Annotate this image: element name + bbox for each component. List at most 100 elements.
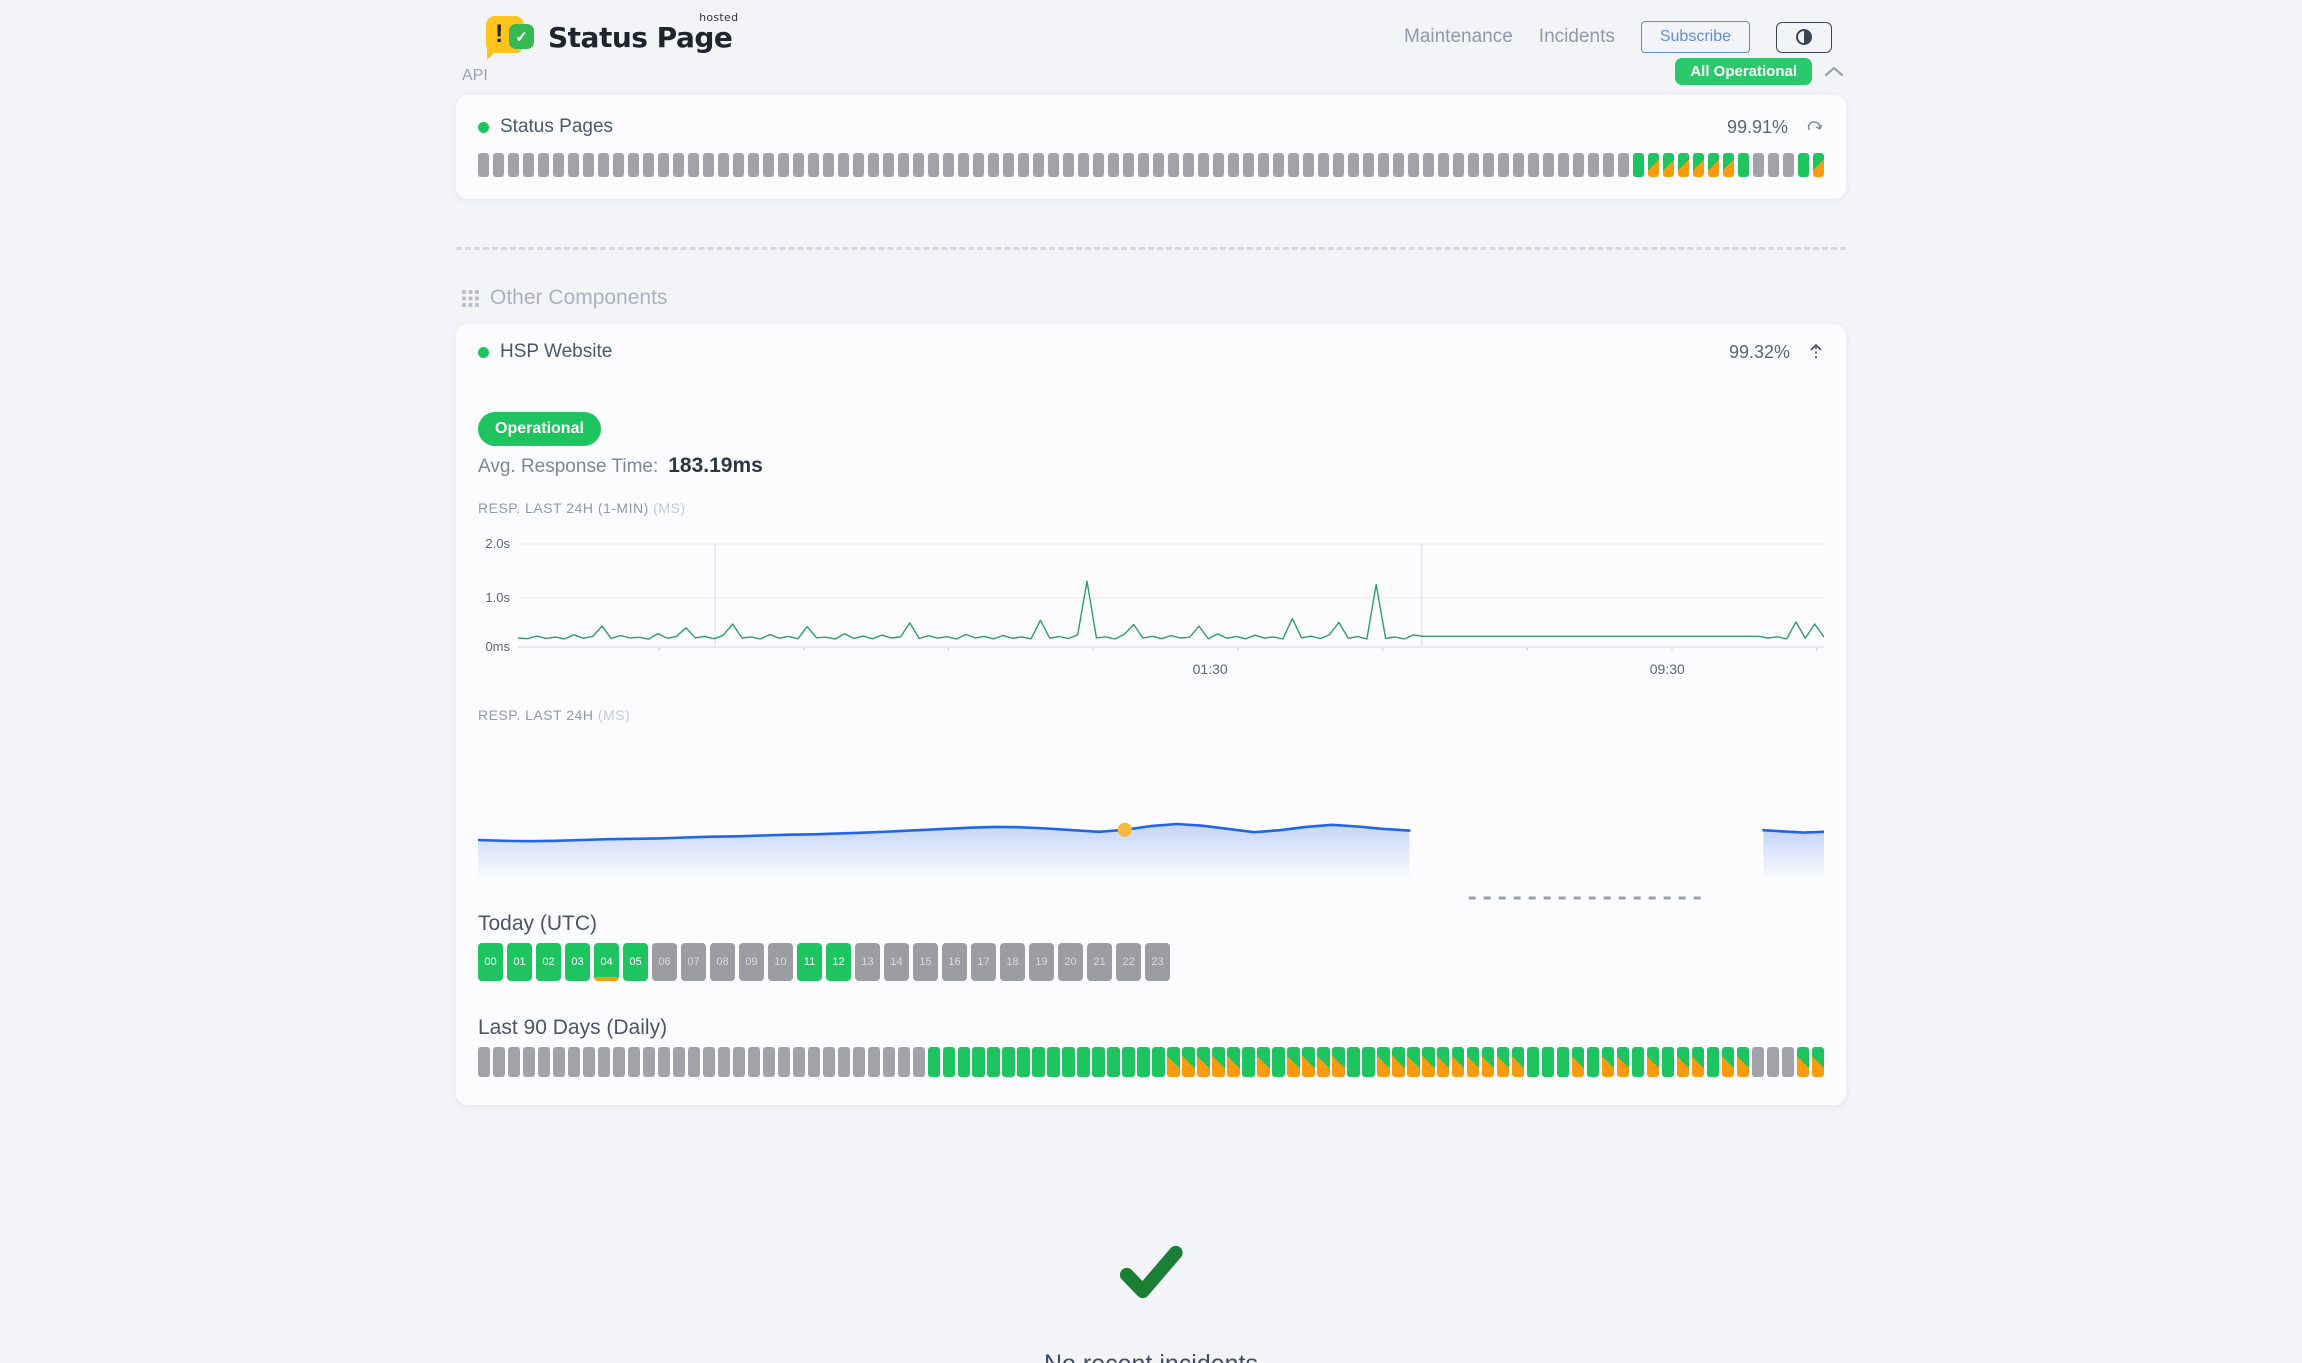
uptime-bar-na[interactable] bbox=[1108, 153, 1119, 177]
hour-block-03[interactable]: 03 bbox=[565, 943, 590, 981]
uptime-bar-na[interactable] bbox=[1767, 1047, 1779, 1077]
uptime-bar-deg[interactable] bbox=[1467, 1047, 1479, 1077]
uptime-bar-up[interactable] bbox=[1242, 1047, 1254, 1077]
uptime-bar-deg[interactable] bbox=[1377, 1047, 1389, 1077]
uptime-bar-na[interactable] bbox=[583, 153, 594, 177]
uptime-bar-up[interactable] bbox=[1092, 1047, 1104, 1077]
uptime-bar-na[interactable] bbox=[763, 153, 774, 177]
uptime-bar-deg[interactable] bbox=[1737, 1047, 1749, 1077]
uptime-bar-na[interactable] bbox=[493, 153, 504, 177]
uptime-bar-na[interactable] bbox=[1003, 153, 1014, 177]
uptime-bar-na[interactable] bbox=[1483, 153, 1494, 177]
uptime-bar-up[interactable] bbox=[987, 1047, 999, 1077]
uptime-bar-na[interactable] bbox=[1588, 153, 1599, 177]
uptime-bar-deg[interactable] bbox=[1678, 153, 1689, 177]
uptime-bar-up[interactable] bbox=[1542, 1047, 1554, 1077]
hour-block-17[interactable]: 17 bbox=[971, 943, 996, 981]
hour-block-00[interactable]: 00 bbox=[478, 943, 503, 981]
uptime-bar-na[interactable] bbox=[1018, 153, 1029, 177]
nav-incidents[interactable]: Incidents bbox=[1539, 26, 1615, 48]
uptime-bar-up[interactable] bbox=[1798, 153, 1809, 177]
uptime-bar-up[interactable] bbox=[1362, 1047, 1374, 1077]
uptime-bar-na[interactable] bbox=[1603, 153, 1614, 177]
uptime-bar-na[interactable] bbox=[1123, 153, 1134, 177]
uptime-bar-deg[interactable] bbox=[1647, 1047, 1659, 1077]
uptime-bar-deg[interactable] bbox=[1797, 1047, 1809, 1077]
uptime-bar-na[interactable] bbox=[823, 1047, 835, 1077]
uptime-bar-deg[interactable] bbox=[1693, 153, 1704, 177]
uptime-bar-na[interactable] bbox=[763, 1047, 775, 1077]
uptime-bar-na[interactable] bbox=[1033, 153, 1044, 177]
uptime-bar-na[interactable] bbox=[598, 153, 609, 177]
uptime-bar-deg[interactable] bbox=[1422, 1047, 1434, 1077]
uptime-bar-na[interactable] bbox=[1543, 153, 1554, 177]
uptime-bar-deg[interactable] bbox=[1437, 1047, 1449, 1077]
uptime-bar-na[interactable] bbox=[808, 1047, 820, 1077]
uptime-bar-up[interactable] bbox=[1122, 1047, 1134, 1077]
uptime-bar-na[interactable] bbox=[478, 153, 489, 177]
uptime-bar-deg[interactable] bbox=[1407, 1047, 1419, 1077]
uptime-bar-deg[interactable] bbox=[1302, 1047, 1314, 1077]
hour-block-02[interactable]: 02 bbox=[536, 943, 561, 981]
uptime-bar-deg[interactable] bbox=[1167, 1047, 1179, 1077]
uptime-bar-deg[interactable] bbox=[1572, 1047, 1584, 1077]
uptime-bar-na[interactable] bbox=[973, 153, 984, 177]
uptime-bar-deg[interactable] bbox=[1332, 1047, 1344, 1077]
hour-block-23[interactable]: 23 bbox=[1145, 943, 1170, 981]
uptime-bar-na[interactable] bbox=[838, 153, 849, 177]
uptime-bar-na[interactable] bbox=[1498, 153, 1509, 177]
uptime-bar-na[interactable] bbox=[1198, 153, 1209, 177]
uptime-bar-na[interactable] bbox=[1752, 1047, 1764, 1077]
uptime-bar-up[interactable] bbox=[928, 1047, 940, 1077]
uptime-bar-na[interactable] bbox=[1258, 153, 1269, 177]
uptime-bar-na[interactable] bbox=[778, 1047, 790, 1077]
hour-block-19[interactable]: 19 bbox=[1029, 943, 1054, 981]
uptime-bar-na[interactable] bbox=[508, 153, 519, 177]
uptime-bar-deg[interactable] bbox=[1512, 1047, 1524, 1077]
uptime-bar-na[interactable] bbox=[1768, 153, 1779, 177]
uptime-bar-deg[interactable] bbox=[1482, 1047, 1494, 1077]
uptime-bar-na[interactable] bbox=[658, 1047, 670, 1077]
uptime-bar-up[interactable] bbox=[1017, 1047, 1029, 1077]
uptime-bar-deg[interactable] bbox=[1227, 1047, 1239, 1077]
theme-toggle-button[interactable] bbox=[1776, 22, 1832, 53]
uptime-bar-na[interactable] bbox=[1273, 153, 1284, 177]
scroll-top-button[interactable] bbox=[1808, 343, 1824, 362]
uptime-bar-deg[interactable] bbox=[1392, 1047, 1404, 1077]
subscribe-button[interactable]: Subscribe bbox=[1641, 21, 1750, 53]
nav-maintenance[interactable]: Maintenance bbox=[1404, 26, 1513, 48]
uptime-bar-na[interactable] bbox=[523, 1047, 535, 1077]
uptime-bar-na[interactable] bbox=[958, 153, 969, 177]
uptime-bar-na[interactable] bbox=[823, 153, 834, 177]
uptime-bar-na[interactable] bbox=[1363, 153, 1374, 177]
uptime-bar-na[interactable] bbox=[1288, 153, 1299, 177]
hour-block-20[interactable]: 20 bbox=[1058, 943, 1083, 981]
hour-block-01[interactable]: 01 bbox=[507, 943, 532, 981]
uptime-bar-na[interactable] bbox=[1558, 153, 1569, 177]
uptime-bar-deg[interactable] bbox=[1723, 153, 1734, 177]
refresh-button[interactable] bbox=[1806, 119, 1824, 135]
logo[interactable]: ! ✓ Status Pagehosted bbox=[486, 16, 732, 58]
uptime-bar-up[interactable] bbox=[1738, 153, 1749, 177]
uptime-bar-na[interactable] bbox=[1183, 153, 1194, 177]
uptime-bar-deg[interactable] bbox=[1452, 1047, 1464, 1077]
uptime-bar-deg[interactable] bbox=[1813, 153, 1824, 177]
uptime-bar-na[interactable] bbox=[703, 1047, 715, 1077]
uptime-bar-deg[interactable] bbox=[1722, 1047, 1734, 1077]
uptime-bar-na[interactable] bbox=[568, 1047, 580, 1077]
uptime-bar-na[interactable] bbox=[1048, 153, 1059, 177]
uptime-bar-na[interactable] bbox=[1153, 153, 1164, 177]
uptime-bar-up[interactable] bbox=[1347, 1047, 1359, 1077]
uptime-bar-na[interactable] bbox=[868, 1047, 880, 1077]
uptime-bar-na[interactable] bbox=[538, 1047, 550, 1077]
uptime-bar-na[interactable] bbox=[583, 1047, 595, 1077]
hour-block-22[interactable]: 22 bbox=[1116, 943, 1141, 981]
uptime-bar-na[interactable] bbox=[1138, 153, 1149, 177]
uptime-bar-na[interactable] bbox=[538, 153, 549, 177]
uptime-bar-up[interactable] bbox=[1107, 1047, 1119, 1077]
uptime-bar-deg[interactable] bbox=[1257, 1047, 1269, 1077]
uptime-bar-na[interactable] bbox=[988, 153, 999, 177]
uptime-bar-deg[interactable] bbox=[1677, 1047, 1689, 1077]
uptime-bar-na[interactable] bbox=[943, 153, 954, 177]
uptime-bar-na[interactable] bbox=[748, 1047, 760, 1077]
